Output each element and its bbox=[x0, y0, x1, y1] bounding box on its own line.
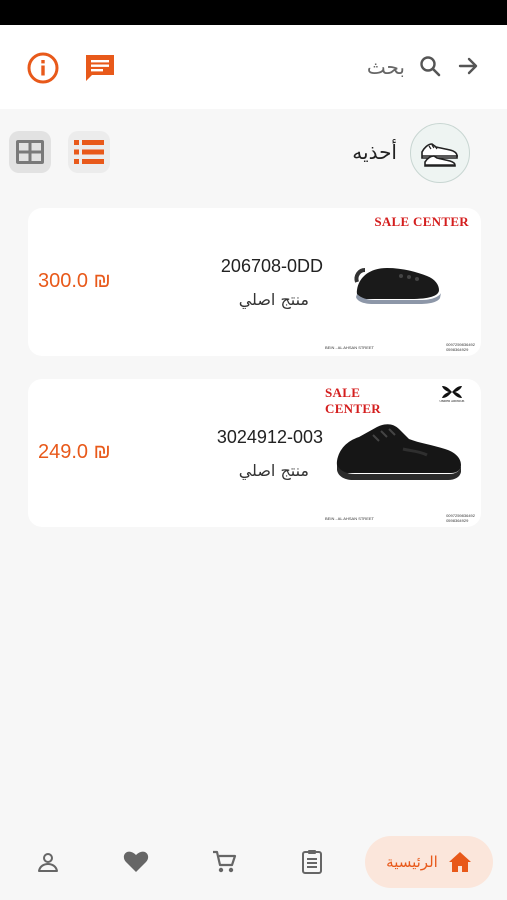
product-card[interactable]: 249.0 ₪ 3024912-003 منتج اصلي SALE CENTE… bbox=[28, 379, 481, 527]
category-title: أحذيه bbox=[352, 140, 397, 164]
product-subtitle: منتج اصلي bbox=[238, 290, 309, 309]
cart-icon bbox=[213, 850, 237, 873]
nav-cart[interactable] bbox=[204, 836, 244, 888]
product-price: 300.0 ₪ bbox=[38, 270, 111, 292]
store-phones: 0097259836492 0598364929 bbox=[446, 342, 475, 352]
product-image: SALE CENTER BEIN - AL AHSAN STREET 00972… bbox=[325, 212, 475, 352]
category-avatar[interactable] bbox=[410, 123, 470, 183]
product-card[interactable]: 300.0 ₪ 206708-0DD منتج اصلي SALE CENTER… bbox=[28, 208, 481, 356]
under-armour-logo: UNDER ARMOUR bbox=[439, 385, 465, 407]
nav-profile[interactable] bbox=[28, 836, 68, 888]
search-label[interactable]: بحث bbox=[367, 55, 405, 79]
nav-home-label: الرئيسية bbox=[386, 853, 438, 871]
info-icon[interactable] bbox=[26, 51, 60, 85]
sale-badge: SALE CENTER bbox=[325, 385, 381, 416]
grid-view-button[interactable] bbox=[9, 131, 51, 173]
product-code: 206708-0DD bbox=[220, 256, 323, 276]
person-icon bbox=[38, 853, 58, 872]
chat-icon[interactable] bbox=[82, 51, 118, 85]
nav-favorites[interactable] bbox=[116, 836, 156, 888]
sneakers-icon bbox=[421, 143, 458, 167]
search-icon[interactable] bbox=[417, 53, 443, 79]
list-view-icon bbox=[74, 140, 104, 164]
clog-shoe-image bbox=[354, 268, 441, 304]
app-bar: بحث bbox=[0, 25, 507, 109]
product-code: 3024912-003 bbox=[216, 427, 323, 447]
product-subtitle: منتج اصلي bbox=[238, 461, 309, 480]
sale-badge: SALE CENTER bbox=[374, 214, 469, 229]
product-price: 249.0 ₪ bbox=[38, 441, 111, 463]
category-header: أحذيه bbox=[0, 118, 507, 190]
status-bar bbox=[0, 0, 507, 25]
running-shoe-image bbox=[336, 424, 461, 480]
bottom-navigation: الرئيسية bbox=[0, 822, 507, 900]
store-address: BEIN - AL AHSAN STREET bbox=[325, 345, 374, 350]
clipboard-icon bbox=[302, 850, 322, 874]
grid-view-icon bbox=[16, 140, 44, 164]
nav-orders[interactable] bbox=[292, 836, 332, 888]
arrow-forward-icon[interactable] bbox=[455, 53, 481, 79]
heart-icon bbox=[123, 851, 149, 872]
home-icon bbox=[448, 852, 471, 872]
list-view-button[interactable] bbox=[68, 131, 110, 173]
store-address: BEIN - AL AHSAN STREET bbox=[325, 516, 374, 521]
nav-home[interactable]: الرئيسية bbox=[365, 836, 493, 888]
product-image: SALE CENTER UNDER ARMOUR BEIN - AL AHSAN… bbox=[325, 383, 475, 523]
store-phones: 0097259836492 0598364929 bbox=[446, 513, 475, 523]
